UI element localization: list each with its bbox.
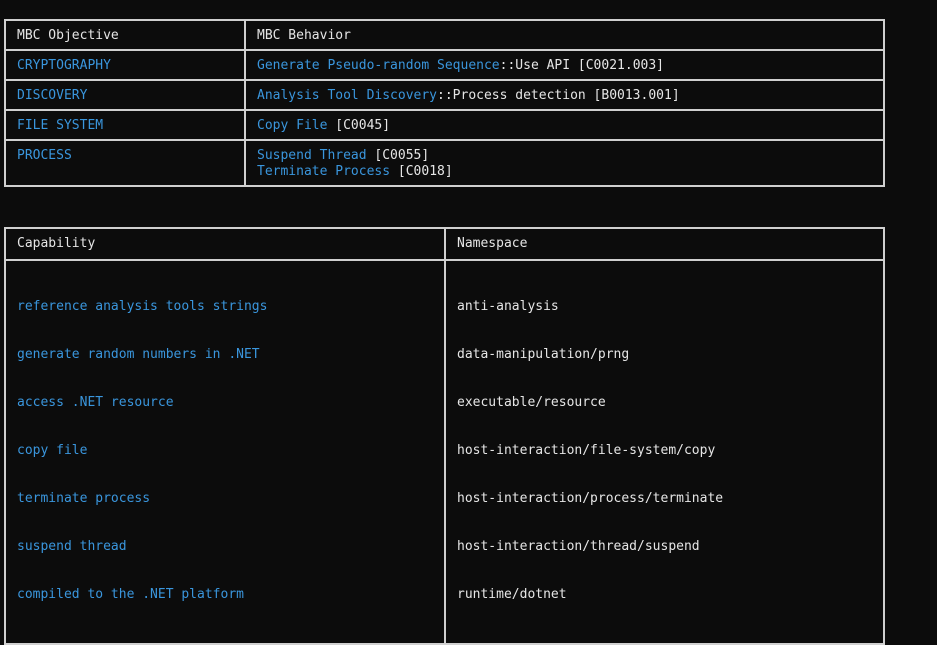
capability-item: compiled to the .NET platform: [17, 587, 244, 602]
mbc-behavior-id: [C0055]: [366, 148, 430, 163]
mbc-row: FILE SYSTEM Copy File [C0045]: [4, 109, 885, 141]
mbc-behavior-id: ::Process detection [B0013.001]: [437, 88, 680, 103]
mbc-behavior: Analysis Tool Discovery::Process detecti…: [244, 79, 885, 111]
namespace-list: anti-analysis data-manipulation/prng exe…: [444, 259, 885, 645]
mbc-behavior-line: Suspend Thread [C0055]: [257, 148, 883, 164]
mbc-table: MBC Objective MBC Behavior CRYPTOGRAPHY …: [4, 19, 885, 187]
mbc-behavior-header: MBC Behavior: [244, 19, 885, 51]
namespace-item: data-manipulation/prng: [457, 347, 630, 362]
mbc-objective: DISCOVERY: [4, 79, 246, 111]
mbc-behavior: Generate Pseudo-random Sequence::Use API…: [244, 49, 885, 81]
mbc-row: PROCESS Suspend Thread [C0055] Terminate …: [4, 139, 885, 187]
mbc-objective: PROCESS: [4, 139, 246, 187]
namespace-item: host-interaction/thread/suspend: [457, 539, 700, 554]
mbc-header-row: MBC Objective MBC Behavior: [4, 19, 885, 51]
mbc-behavior-id: [C0045]: [327, 118, 391, 133]
mbc-objective: FILE SYSTEM: [4, 109, 246, 141]
capability-item: terminate process: [17, 491, 151, 506]
mbc-behavior: Suspend Thread [C0055] Terminate Process …: [244, 139, 885, 187]
mbc-row: CRYPTOGRAPHY Generate Pseudo-random Sequ…: [4, 49, 885, 81]
mbc-objective-header: MBC Objective: [4, 19, 246, 51]
mbc-behavior-id: ::Use API [C0021.003]: [499, 58, 665, 73]
capability-table: Capability Namespace reference analysis …: [4, 227, 885, 645]
mbc-behavior-name: Suspend Thread: [257, 148, 367, 163]
capability-item: generate random numbers in .NET: [17, 347, 260, 362]
mbc-behavior-id: [C0018]: [390, 164, 453, 179]
namespace-item: host-interaction/process/terminate: [457, 491, 724, 506]
capability-item: reference analysis tools strings: [17, 299, 268, 314]
capability-item: suspend thread: [17, 539, 127, 554]
capability-header: Capability: [4, 227, 446, 261]
mbc-behavior: Copy File [C0045]: [244, 109, 885, 141]
capability-item: copy file: [17, 443, 88, 458]
mbc-objective: CRYPTOGRAPHY: [4, 49, 246, 81]
namespace-item: anti-analysis: [457, 299, 559, 314]
mbc-behavior-name: Generate Pseudo-random Sequence: [257, 58, 500, 73]
mbc-behavior-name: Copy File: [257, 118, 328, 133]
mbc-behavior-name: Analysis Tool Discovery: [257, 88, 438, 103]
namespace-item: runtime/dotnet: [457, 587, 567, 602]
mbc-behavior-line: Terminate Process [C0018]: [257, 164, 883, 180]
capability-item: access .NET resource: [17, 395, 174, 410]
mbc-behavior-name: Terminate Process: [257, 164, 391, 179]
capability-header-row: Capability Namespace: [4, 227, 885, 261]
capability-list: reference analysis tools strings generat…: [4, 259, 446, 645]
capability-body-row: reference analysis tools strings generat…: [4, 259, 885, 645]
namespace-item: host-interaction/file-system/copy: [457, 443, 716, 458]
namespace-item: executable/resource: [457, 395, 606, 410]
namespace-header: Namespace: [444, 227, 885, 261]
mbc-row: DISCOVERY Analysis Tool Discovery::Proce…: [4, 79, 885, 111]
